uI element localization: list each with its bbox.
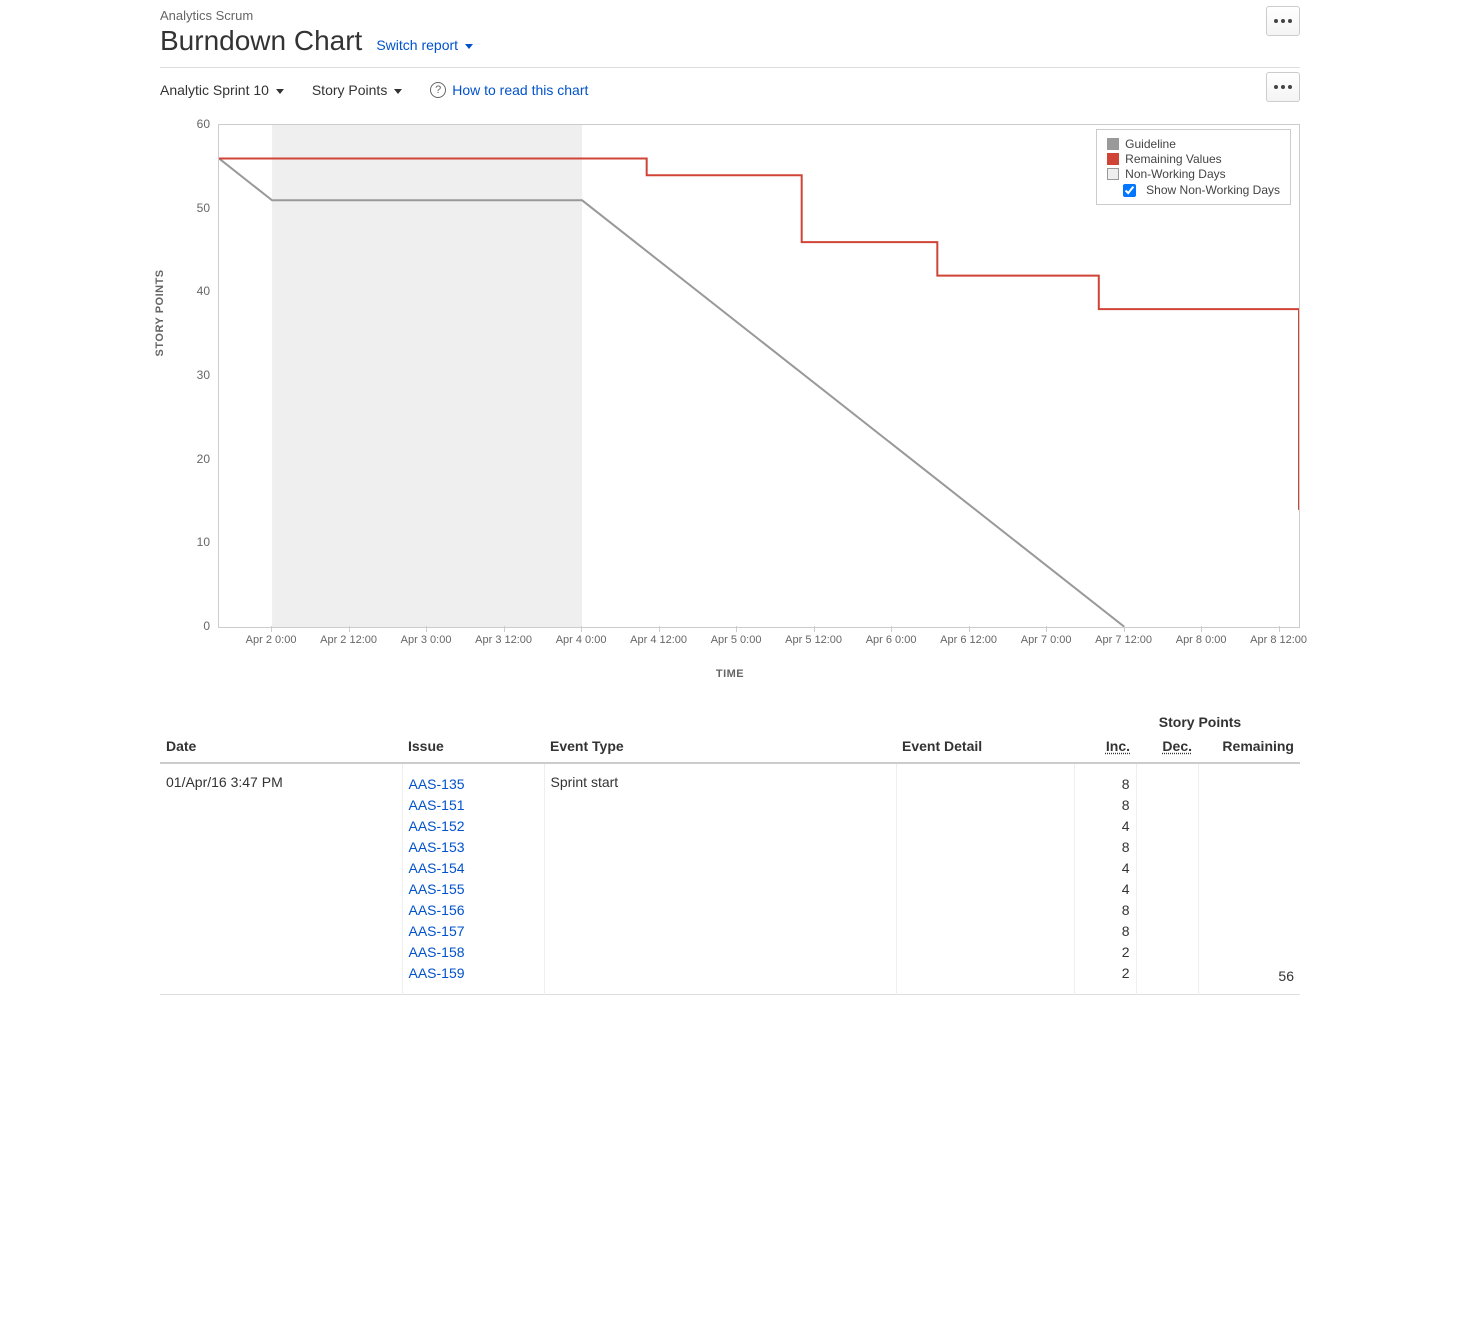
x-tick: Apr 5 12:00 xyxy=(785,634,842,646)
col-inc[interactable]: Inc. xyxy=(1074,730,1136,763)
col-event-detail[interactable]: Event Detail xyxy=(896,730,1074,763)
inc-value: 8 xyxy=(1081,837,1130,858)
sprint-selector[interactable]: Analytic Sprint 10 xyxy=(160,82,284,98)
inc-value: 8 xyxy=(1081,774,1130,795)
x-tick: Apr 8 0:00 xyxy=(1176,634,1227,646)
page-actions-button[interactable] xyxy=(1266,6,1300,36)
y-tick: 0 xyxy=(186,619,210,633)
remaining-swatch xyxy=(1107,153,1119,165)
inc-value: 2 xyxy=(1081,942,1130,963)
cell-event-detail xyxy=(896,763,1074,995)
cell-dec xyxy=(1136,763,1198,995)
show-nonworking-label: Show Non-Working Days xyxy=(1146,183,1280,197)
col-issue[interactable]: Issue xyxy=(402,730,544,763)
sprint-selector-label: Analytic Sprint 10 xyxy=(160,82,269,98)
inc-value: 4 xyxy=(1081,879,1130,900)
x-tick: Apr 4 0:00 xyxy=(556,634,607,646)
help-link[interactable]: ? How to read this chart xyxy=(430,82,588,98)
issue-link[interactable]: AAS-152 xyxy=(409,816,538,837)
issue-link[interactable]: AAS-159 xyxy=(409,963,538,984)
issue-link[interactable]: AAS-158 xyxy=(409,942,538,963)
cell-remaining: 56 xyxy=(1198,763,1300,995)
chart-actions-button[interactable] xyxy=(1266,72,1300,102)
legend-remaining-label: Remaining Values xyxy=(1125,152,1222,166)
y-tick: 50 xyxy=(186,201,210,215)
chevron-down-icon xyxy=(276,89,284,94)
cell-issues: AAS-135AAS-151AAS-152AAS-153AAS-154AAS-1… xyxy=(402,763,544,995)
issue-link[interactable]: AAS-157 xyxy=(409,921,538,942)
chart-legend: Guideline Remaining Values Non-Working D… xyxy=(1096,129,1291,205)
col-dec[interactable]: Dec. xyxy=(1136,730,1198,763)
inc-value: 2 xyxy=(1081,963,1130,984)
show-nonworking-checkbox[interactable] xyxy=(1123,184,1136,197)
x-tick: Apr 2 12:00 xyxy=(320,634,377,646)
chevron-down-icon xyxy=(394,89,402,94)
y-tick: 20 xyxy=(186,452,210,466)
cell-inc: 8848448822 xyxy=(1074,763,1136,995)
breadcrumb[interactable]: Analytics Scrum xyxy=(160,8,1300,23)
events-table: Story Points Date Issue Event Type Event… xyxy=(160,714,1300,995)
inc-value: 8 xyxy=(1081,900,1130,921)
issue-link[interactable]: AAS-135 xyxy=(409,774,538,795)
chevron-down-icon xyxy=(465,44,473,49)
table-row: 01/Apr/16 3:47 PM AAS-135AAS-151AAS-152A… xyxy=(160,763,1300,995)
col-event-type[interactable]: Event Type xyxy=(544,730,896,763)
inc-value: 8 xyxy=(1081,795,1130,816)
switch-report-label: Switch report xyxy=(376,37,458,53)
x-tick: Apr 4 12:00 xyxy=(630,634,687,646)
ellipsis-icon xyxy=(1274,19,1292,23)
x-tick: Apr 3 0:00 xyxy=(401,634,452,646)
issue-link[interactable]: AAS-154 xyxy=(409,858,538,879)
x-tick: Apr 8 12:00 xyxy=(1250,634,1307,646)
legend-nonworking-label: Non-Working Days xyxy=(1125,167,1225,181)
issue-link[interactable]: AAS-155 xyxy=(409,879,538,900)
x-tick: Apr 2 0:00 xyxy=(246,634,297,646)
switch-report-link[interactable]: Switch report xyxy=(376,37,473,53)
y-tick: 10 xyxy=(186,535,210,549)
burndown-chart: STORY POINTS Guideline Remaining Values … xyxy=(160,120,1300,680)
col-remaining[interactable]: Remaining xyxy=(1198,730,1300,763)
unit-selector[interactable]: Story Points xyxy=(312,82,402,98)
y-tick: 30 xyxy=(186,368,210,382)
inc-value: 4 xyxy=(1081,858,1130,879)
issue-link[interactable]: AAS-151 xyxy=(409,795,538,816)
inc-value: 4 xyxy=(1081,816,1130,837)
guideline-swatch xyxy=(1107,138,1119,150)
issue-link[interactable]: AAS-156 xyxy=(409,900,538,921)
unit-selector-label: Story Points xyxy=(312,82,387,98)
issue-link[interactable]: AAS-153 xyxy=(409,837,538,858)
help-link-label: How to read this chart xyxy=(452,82,588,98)
cell-date: 01/Apr/16 3:47 PM xyxy=(160,763,402,995)
y-tick: 40 xyxy=(186,284,210,298)
ellipsis-icon xyxy=(1274,85,1292,89)
help-icon: ? xyxy=(430,82,446,98)
nonworking-swatch xyxy=(1107,168,1119,180)
x-axis-title: TIME xyxy=(716,668,744,680)
x-tick: Apr 6 0:00 xyxy=(866,634,917,646)
cell-event-type: Sprint start xyxy=(544,763,896,995)
col-date[interactable]: Date xyxy=(160,730,402,763)
y-axis-title: STORY POINTS xyxy=(154,269,166,356)
legend-guideline-label: Guideline xyxy=(1125,137,1176,151)
x-tick: Apr 3 12:00 xyxy=(475,634,532,646)
x-tick: Apr 6 12:00 xyxy=(940,634,997,646)
x-tick: Apr 7 12:00 xyxy=(1095,634,1152,646)
x-tick: Apr 5 0:00 xyxy=(711,634,762,646)
table-header-row: Date Issue Event Type Event Detail Inc. … xyxy=(160,730,1300,763)
story-points-superheader: Story Points xyxy=(1100,714,1300,730)
chart-plot-area[interactable]: Guideline Remaining Values Non-Working D… xyxy=(218,124,1300,628)
inc-value: 8 xyxy=(1081,921,1130,942)
page-title: Burndown Chart xyxy=(160,25,362,57)
x-tick: Apr 7 0:00 xyxy=(1021,634,1072,646)
y-tick: 60 xyxy=(186,117,210,131)
